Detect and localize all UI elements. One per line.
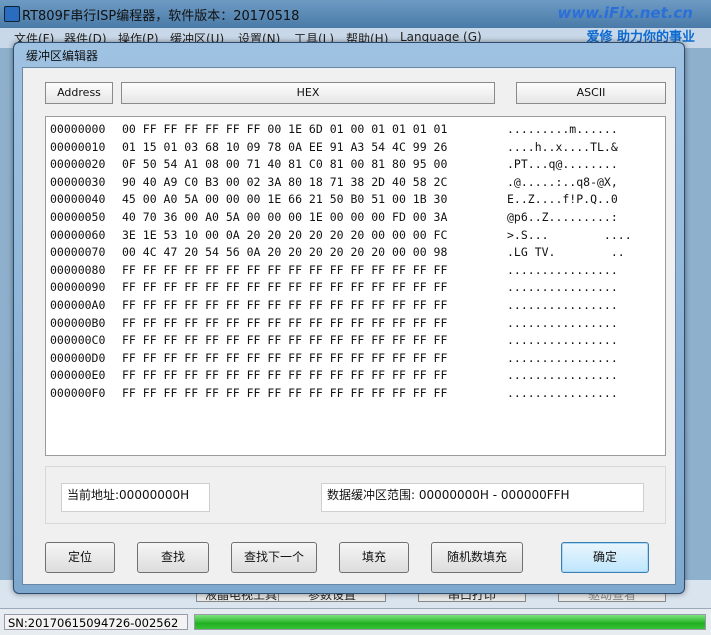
find-next-button[interactable]: 查找下一个	[231, 542, 317, 573]
hex-row-address: 00000020	[50, 157, 106, 172]
hex-row-address: 000000A0	[50, 298, 106, 312]
find-button[interactable]: 查找	[137, 542, 209, 573]
hex-row-ascii[interactable]: .@.....:..q8-@X,	[507, 174, 618, 191]
hex-row-bytes[interactable]: 00 FF FF FF FF FF FF 00 1E 6D 01 00 01 0…	[122, 121, 447, 138]
hex-row-address: 000000B0	[50, 315, 106, 330]
hex-row-bytes[interactable]: 3E 1E 53 10 00 0A 20 20 20 20 20 20 00 0…	[122, 227, 447, 244]
dialog-title: 缓冲区编辑器	[26, 49, 99, 63]
hex-row-ascii[interactable]: ................	[507, 350, 618, 367]
hex-row-ascii[interactable]: ................	[507, 297, 618, 314]
fill-button[interactable]: 填充	[339, 542, 409, 573]
app-icon	[4, 6, 20, 22]
hex-row-bytes[interactable]: 01 15 01 03 68 10 09 78 0A EE 91 A3 54 4…	[122, 139, 447, 156]
hex-row-bytes[interactable]: 90 40 A9 C0 B3 00 02 3A 80 18 71 38 2D 4…	[122, 174, 447, 191]
locate-button[interactable]: 定位	[45, 542, 115, 573]
hex-row-bytes[interactable]: FF FF FF FF FF FF FF FF FF FF FF FF FF F…	[122, 332, 447, 349]
hex-editor-area[interactable]: 00000000 00 FF FF FF FF FF FF 00 1E 6D 01…	[45, 116, 666, 456]
hex-row-ascii[interactable]: ................	[507, 385, 618, 402]
hex-row-address: 00000010	[50, 139, 106, 154]
hex-row-bytes[interactable]: FF FF FF FF FF FF FF FF FF FF FF FF FF F…	[122, 315, 447, 332]
dialog-client: Address HEX ASCII 00000000 00 FF FF FF FF…	[22, 67, 676, 585]
progress-fill	[195, 615, 705, 629]
hex-row-bytes[interactable]: FF FF FF FF FF FF FF FF FF FF FF FF FF F…	[122, 279, 447, 296]
hex-row-ascii[interactable]: E..Z....f!P.Q..0	[507, 191, 618, 208]
hex-row-ascii[interactable]: ................	[507, 262, 618, 279]
hex-row-address: 00000050	[50, 210, 106, 224]
status-bar: SN:20170615094726-002562	[0, 608, 711, 635]
progress-bar	[194, 614, 706, 630]
main-title-bar: RT809F串行ISP编程器，软件版本：20170518 www.iFix.ne…	[0, 0, 711, 28]
brand-url: www.iFix.net.cn	[557, 4, 693, 22]
hex-row-ascii[interactable]: ................	[507, 367, 618, 384]
main-window-title: RT809F串行ISP编程器，软件版本：20170518	[22, 9, 300, 24]
hex-row-bytes[interactable]: 0F 50 54 A1 08 00 71 40 81 C0 81 00 81 8…	[122, 156, 447, 173]
hex-row-address: 000000C0	[50, 333, 106, 348]
hex-row-address: 00000040	[50, 192, 106, 207]
hex-row-address: 00000090	[50, 280, 106, 295]
hex-row-ascii[interactable]: .PT...q@........	[507, 156, 618, 173]
ascii-header: ASCII	[516, 82, 666, 104]
hex-row-bytes[interactable]: FF FF FF FF FF FF FF FF FF FF FF FF FF F…	[122, 367, 447, 384]
buffer-range: 数据缓冲区范围: 00000000H - 000000FFH	[321, 483, 644, 512]
hex-row-address: 00000000	[50, 122, 106, 136]
hex-row-bytes[interactable]: FF FF FF FF FF FF FF FF FF FF FF FF FF F…	[122, 297, 447, 314]
hex-row-bytes[interactable]: 00 4C 47 20 54 56 0A 20 20 20 20 20 20 0…	[122, 244, 447, 261]
hex-row-bytes[interactable]: FF FF FF FF FF FF FF FF FF FF FF FF FF F…	[122, 385, 447, 402]
hex-row-ascii[interactable]: ................	[507, 279, 618, 296]
hex-row-bytes[interactable]: FF FF FF FF FF FF FF FF FF FF FF FF FF F…	[122, 262, 447, 279]
hex-row-address: 00000070	[50, 245, 106, 260]
hex-row-ascii[interactable]: .........m......	[507, 121, 618, 138]
hex-row-ascii[interactable]: .LG TV. ..	[507, 244, 625, 261]
info-panel: 当前地址:00000000H 数据缓冲区范围: 00000000H - 0000…	[45, 466, 666, 524]
hex-row-ascii[interactable]: @p6..Z.........:	[507, 209, 618, 226]
hex-row-bytes[interactable]: FF FF FF FF FF FF FF FF FF FF FF FF FF F…	[122, 350, 447, 367]
ok-button[interactable]: 确定	[561, 542, 649, 573]
current-address: 当前地址:00000000H	[61, 483, 210, 512]
hex-row-ascii[interactable]: ....h..x....TL.&	[507, 139, 618, 156]
hex-row-address: 00000080	[50, 262, 106, 277]
hex-row-address: 000000F0	[50, 386, 106, 400]
hex-row-address: 000000D0	[50, 350, 106, 365]
hex-row-address: 00000030	[50, 174, 106, 189]
hex-row-bytes[interactable]: 40 70 36 00 A0 5A 00 00 00 1E 00 00 00 F…	[122, 209, 447, 226]
serial-number: SN:20170615094726-002562	[4, 614, 188, 630]
random-fill-button[interactable]: 随机数填充	[431, 542, 523, 573]
hex-row-address: 000000E0	[50, 368, 106, 383]
hex-header: HEX	[121, 82, 495, 104]
hex-row-ascii[interactable]: ................	[507, 315, 618, 332]
address-header: Address	[45, 82, 113, 104]
hex-row-ascii[interactable]: ................	[507, 332, 618, 349]
hex-row-ascii[interactable]: >.S... ....	[507, 227, 632, 244]
buffer-editor-dialog: 缓冲区编辑器 Address HEX ASCII 00000000 00 FF F…	[13, 42, 685, 594]
hex-row-address: 00000060	[50, 227, 106, 242]
hex-row-bytes[interactable]: 45 00 A0 5A 00 00 00 1E 66 21 50 B0 51 0…	[122, 191, 447, 208]
